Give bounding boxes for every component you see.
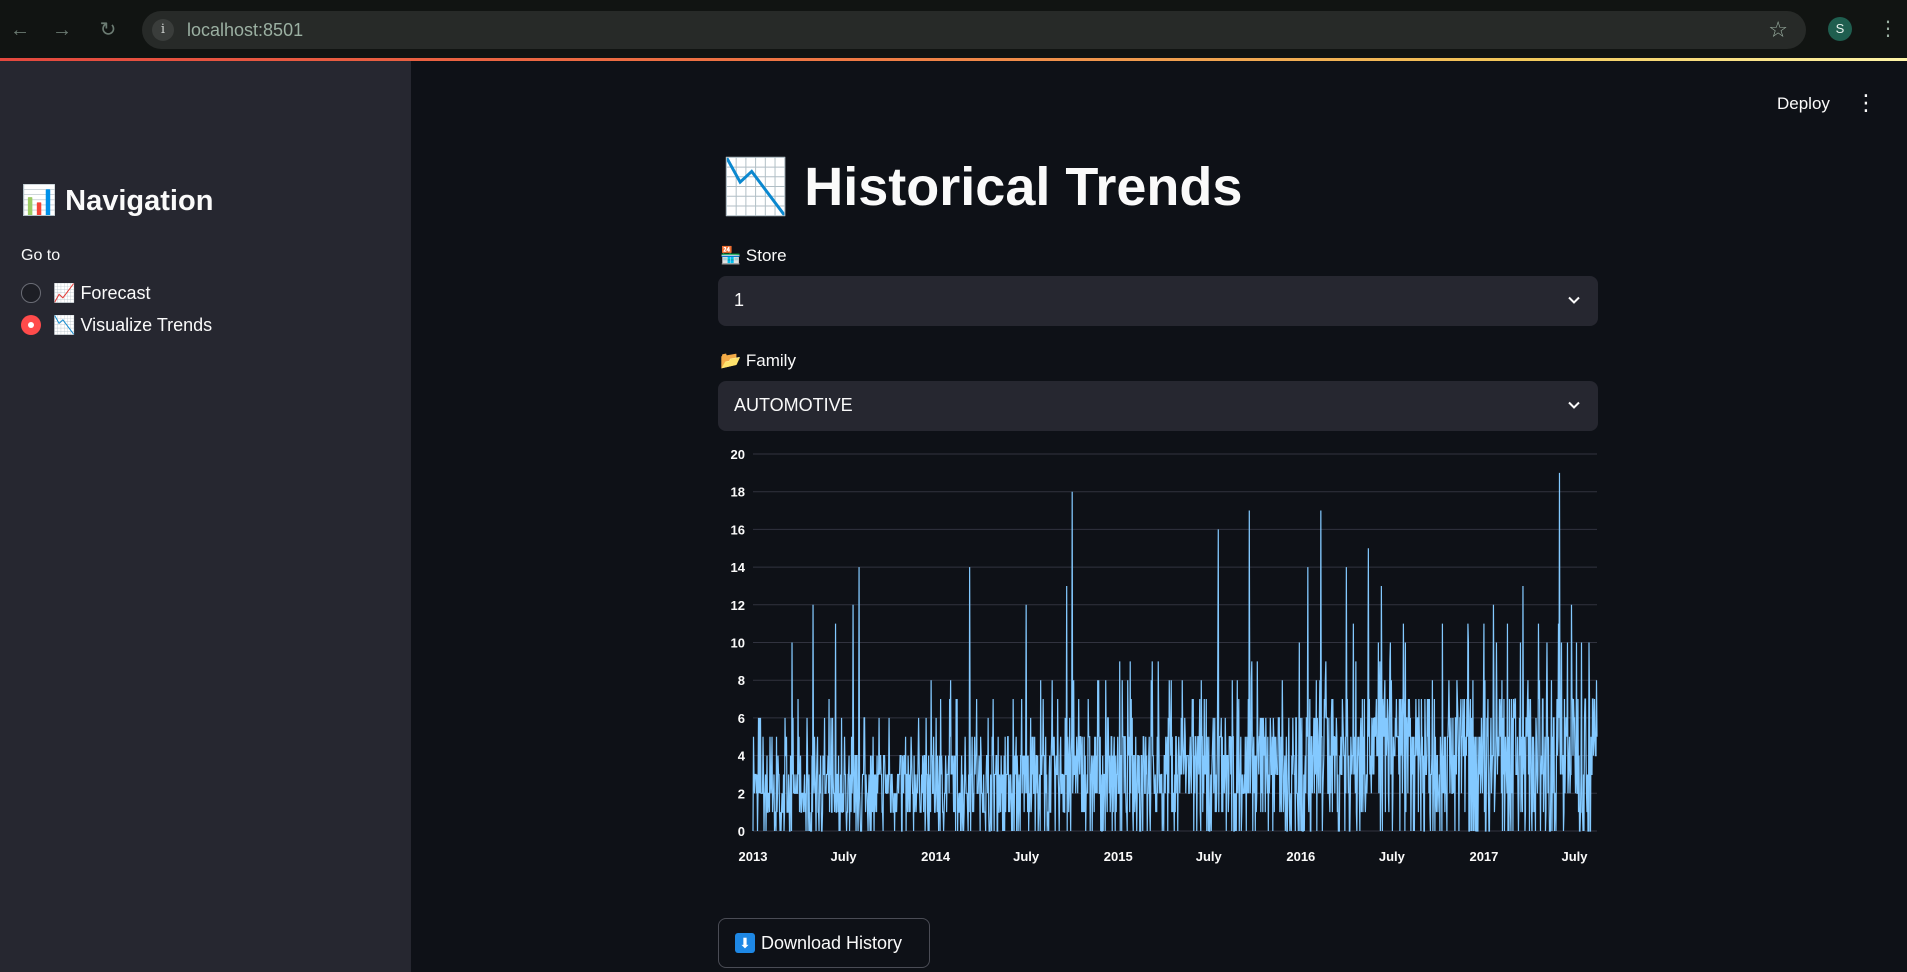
y-tick-label: 2: [738, 786, 745, 801]
x-tick-label: July: [1561, 849, 1588, 864]
url-text[interactable]: localhost:8501: [187, 20, 303, 41]
y-tick-label: 6: [738, 711, 745, 726]
store-select-value: 1: [734, 290, 745, 310]
sidebar-title: 📊 Navigation: [21, 185, 214, 217]
store-icon: 🏪: [720, 246, 742, 265]
x-tick-label: 2014: [921, 849, 951, 864]
x-tick-label: 2017: [1469, 849, 1498, 864]
x-tick-label: 2013: [739, 849, 768, 864]
forward-icon[interactable]: →: [50, 18, 74, 42]
store-label: 🏪 Store: [720, 246, 787, 265]
chart-decreasing-icon: 📉: [722, 157, 790, 217]
x-tick-label: 2015: [1104, 849, 1133, 864]
page-title: 📉 Historical Trends: [722, 157, 1243, 217]
y-tick-label: 20: [731, 447, 745, 462]
y-tick-label: 14: [731, 560, 746, 575]
site-info-icon[interactable]: i: [152, 19, 174, 41]
back-icon[interactable]: ←: [8, 18, 32, 42]
y-tick-label: 0: [738, 824, 745, 839]
chart-increasing-icon: 📈: [53, 282, 76, 303]
x-tick-label: July: [1196, 849, 1223, 864]
download-history-button[interactable]: ⬇ Download History: [718, 918, 930, 968]
x-tick-label: July: [1379, 849, 1406, 864]
bookmark-star-icon[interactable]: ☆: [1768, 17, 1788, 43]
radio-button-selected[interactable]: [21, 315, 41, 335]
sales-trend-chart[interactable]: 0 2 4 6 8 10 12 14 16 18 20 2013 July 2014 July 2015 Jul…: [713, 444, 1603, 872]
y-tick-label: 10: [731, 636, 745, 651]
radio-group-label: Go to: [21, 247, 61, 264]
family-select-value: AUTOMOTIVE: [734, 395, 853, 415]
y-tick-label: 12: [731, 598, 745, 613]
browser-menu-icon[interactable]: ⋮: [1878, 16, 1898, 41]
radio-option-visualize-trends[interactable]: 📉 Visualize Trends: [21, 312, 212, 338]
profile-avatar[interactable]: S: [1828, 17, 1852, 41]
address-bar[interactable]: i localhost:8501 ☆: [142, 11, 1806, 49]
chevron-down-icon: [1568, 401, 1580, 409]
x-tick-label: July: [1013, 849, 1040, 864]
main-menu-icon[interactable]: ⋮: [1855, 90, 1877, 116]
y-tick-label: 16: [731, 522, 745, 537]
x-tick-label: July: [831, 849, 858, 864]
y-tick-label: 4: [738, 749, 746, 764]
deploy-button[interactable]: Deploy: [1777, 94, 1830, 114]
family-select[interactable]: AUTOMOTIVE: [718, 381, 1598, 431]
family-label: 📂 Family: [720, 351, 796, 370]
y-tick-label: 18: [731, 485, 745, 500]
x-tick-label: 2016: [1286, 849, 1315, 864]
folder-icon: 📂: [720, 351, 742, 370]
reload-icon[interactable]: ↻: [96, 18, 120, 42]
chevron-down-icon: [1568, 296, 1580, 304]
radio-button[interactable]: [21, 283, 41, 303]
radio-option-forecast[interactable]: 📈 Forecast: [21, 280, 150, 306]
store-select[interactable]: 1: [718, 276, 1598, 326]
download-arrow-icon: ⬇: [735, 933, 755, 953]
browser-toolbar: ← → ↻ i localhost:8501 ☆ S ⋮: [0, 0, 1907, 58]
chart-decreasing-icon: 📉: [53, 314, 76, 335]
y-tick-label: 8: [738, 673, 745, 688]
bar-chart-icon: 📊: [21, 185, 58, 217]
series-line: [752, 472, 1598, 832]
